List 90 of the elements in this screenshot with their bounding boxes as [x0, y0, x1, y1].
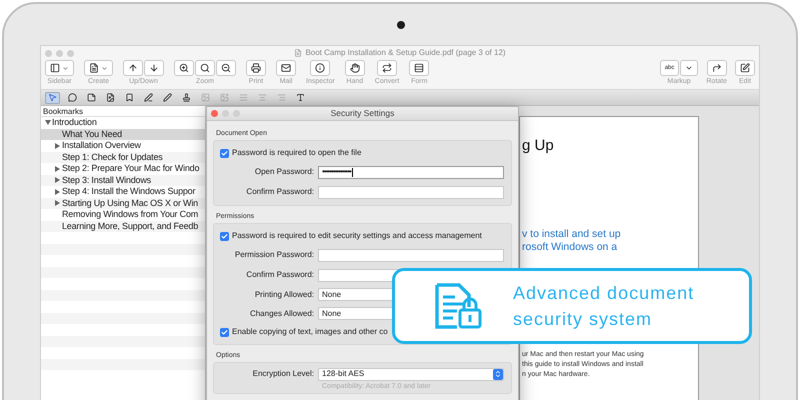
- field-label: Permission Password:: [234, 249, 315, 261]
- mail-icon: [281, 63, 291, 73]
- toolbar-button[interactable]: [144, 60, 164, 76]
- tool-button[interactable]: [180, 92, 193, 104]
- field-label: Confirm Password:: [245, 269, 315, 281]
- printer-icon: [251, 63, 261, 73]
- zoom-in-icon: [179, 63, 189, 73]
- caret-icon: [101, 64, 108, 72]
- caret-icon: [62, 64, 69, 72]
- bookmark-item[interactable]: Starting Up Using Mac OS X or Win: [41, 198, 205, 209]
- checkbox[interactable]: [220, 232, 229, 240]
- toolbar-button[interactable]: [216, 60, 236, 76]
- field-label: Open Password:: [254, 166, 315, 178]
- pointer-icon: [48, 93, 57, 102]
- checkbox[interactable]: [220, 328, 229, 336]
- bookmark-item[interactable]: Step 3: Install Windows: [41, 174, 205, 186]
- align-center-icon: [258, 93, 267, 102]
- align-right-icon: [277, 93, 286, 102]
- text-icon: [296, 93, 305, 102]
- bookmark-item[interactable]: What You Need: [41, 128, 205, 140]
- toolbar-button[interactable]: [174, 60, 194, 76]
- down-arrow-icon: [149, 63, 159, 73]
- callout-text: Advanced document: [513, 282, 694, 305]
- page-heading: g Up: [522, 136, 555, 156]
- toolbar-button[interactable]: [310, 60, 330, 76]
- lines-icon: [239, 93, 248, 102]
- edit-icon: [740, 63, 750, 73]
- tool-button[interactable]: [104, 92, 117, 104]
- bookmark-item[interactable]: Learning More, Support, and Feedb: [41, 220, 205, 232]
- tool-button[interactable]: [294, 92, 307, 104]
- toolbar-button[interactable]: [276, 60, 296, 76]
- toolbar-button[interactable]: [246, 60, 266, 76]
- repeat-icon: [382, 63, 392, 73]
- search-icon: [200, 63, 210, 73]
- toolbar-button[interactable]: [409, 60, 430, 76]
- image-plus-icon: [220, 93, 229, 102]
- checkbox[interactable]: [220, 148, 229, 158]
- tool-button[interactable]: [142, 92, 155, 104]
- up-arrow-icon: [128, 63, 138, 73]
- dropdown[interactable]: None: [318, 307, 394, 320]
- pen-icon: [163, 93, 172, 102]
- field-label: Encryption Level:: [252, 368, 315, 380]
- callout-text: security system: [513, 308, 654, 331]
- password-field[interactable]: [318, 248, 504, 262]
- tool-button[interactable]: [161, 92, 174, 104]
- form-icon: [414, 63, 424, 73]
- arrow-line-icon: [144, 93, 153, 102]
- toolbar-button[interactable]: [45, 60, 74, 76]
- toolbar-button[interactable]: [344, 60, 365, 76]
- pdf-file-icon: [294, 49, 302, 57]
- zoom-out-icon: [221, 63, 231, 73]
- toolbar-button[interactable]: [377, 60, 398, 76]
- image-file-icon: [106, 93, 115, 102]
- close-button[interactable]: [211, 110, 218, 117]
- speech-bubble-icon: [68, 93, 77, 102]
- checkbox-label: Password is required to edit security settings and access management: [232, 230, 482, 242]
- stamp-icon: [182, 93, 191, 102]
- password-field[interactable]: [318, 186, 504, 198]
- bookmark-item[interactable]: Step 1: Check for Updates: [41, 152, 205, 163]
- camera-icon: [397, 21, 405, 29]
- window-title: Boot Camp Installation & Setup Guide.pdf (page 3 of 12): [305, 47, 506, 59]
- checkbox-label: Password is required to open the file: [232, 147, 362, 159]
- toolbar-button[interactable]: [123, 60, 143, 76]
- toolbar-button[interactable]: [706, 60, 727, 76]
- toolbar-button[interactable]: [195, 60, 215, 76]
- info-icon: [315, 63, 326, 73]
- field-label: Printing Allowed:: [254, 288, 315, 300]
- image-icon: [201, 93, 210, 102]
- tool-button[interactable]: [85, 92, 98, 104]
- document-icon: [89, 63, 99, 73]
- toolbar-button[interactable]: [735, 60, 755, 76]
- locked-document-icon: [435, 283, 483, 329]
- field-label: Confirm Password:: [245, 186, 315, 198]
- checkbox-label: Enable copying of text, images and other co: [232, 326, 388, 338]
- dropdown[interactable]: 128-bit AES: [318, 368, 504, 380]
- sidebar-icon: [50, 63, 60, 73]
- toolbar-button[interactable]: [84, 60, 113, 76]
- stepper-arrows-icon: [494, 370, 502, 378]
- hand-icon: [350, 63, 360, 73]
- intro-text: v to install and set up: [522, 228, 622, 240]
- dialog-title: Security Settings: [330, 107, 394, 120]
- rotate-arrow-icon: [712, 63, 722, 73]
- password-field[interactable]: ••••••••••••••••: [318, 166, 504, 178]
- tool-button[interactable]: [66, 92, 79, 104]
- intro-text: rosoft Windows on a: [522, 240, 618, 254]
- dropdown[interactable]: None: [318, 288, 394, 301]
- bookmark-icon: [125, 93, 134, 102]
- note-icon: [87, 93, 96, 102]
- field-label: Changes Allowed:: [248, 308, 315, 320]
- caret-icon: [685, 64, 694, 72]
